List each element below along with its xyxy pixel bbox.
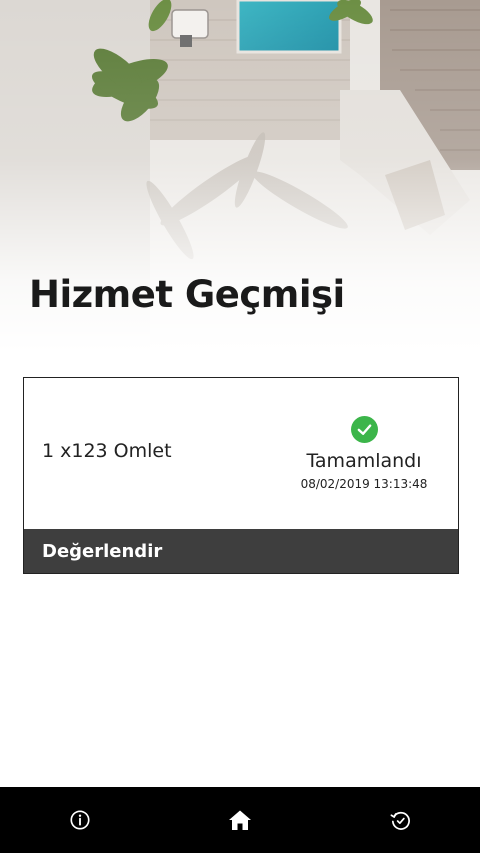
nav-history-button[interactable] — [388, 808, 412, 832]
order-item-name: 1 x123 Omlet — [42, 440, 172, 462]
rate-button[interactable]: Değerlendir — [24, 529, 458, 573]
bottom-nav-bar — [0, 787, 480, 853]
nav-home-button[interactable] — [228, 808, 252, 832]
history-card-body: 1 x123 Omlet Tamamlandı 08/02/2019 13:13… — [24, 378, 458, 529]
info-icon — [70, 810, 90, 830]
status-label: Tamamlandı — [306, 450, 422, 472]
page-title: Hizmet Geçmişi — [29, 273, 345, 316]
home-icon — [229, 810, 251, 830]
history-icon — [390, 811, 410, 830]
history-card: 1 x123 Omlet Tamamlandı 08/02/2019 13:13… — [23, 377, 459, 574]
status-datetime: 08/02/2019 13:13:48 — [300, 477, 428, 491]
check-circle-icon — [350, 416, 378, 443]
nav-info-button[interactable] — [68, 808, 92, 832]
rate-button-label: Değerlendir — [42, 540, 163, 562]
order-status: Tamamlandı 08/02/2019 13:13:48 — [284, 416, 444, 491]
